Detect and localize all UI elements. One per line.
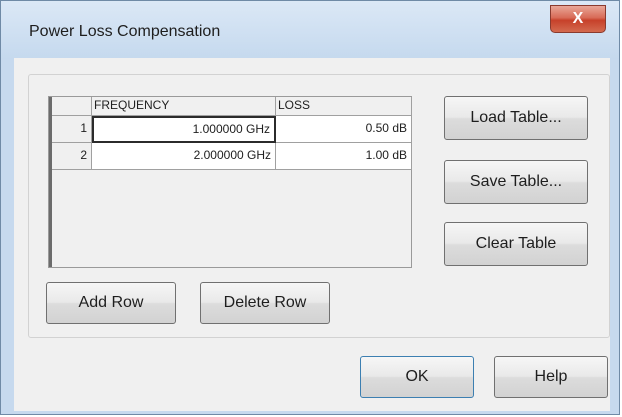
corner-header bbox=[52, 97, 92, 116]
column-header-loss[interactable]: LOSS bbox=[276, 97, 412, 116]
help-button[interactable]: Help bbox=[494, 356, 608, 398]
close-icon: X bbox=[572, 10, 584, 27]
add-row-button[interactable]: Add Row bbox=[46, 282, 176, 324]
save-table-button[interactable]: Save Table... bbox=[444, 160, 588, 204]
clear-table-button[interactable]: Clear Table bbox=[444, 222, 588, 266]
cell-loss[interactable]: 0.50 dB bbox=[276, 116, 412, 143]
row-header[interactable]: 2 bbox=[52, 143, 92, 170]
column-header-frequency[interactable]: FREQUENCY bbox=[92, 97, 276, 116]
cell-frequency[interactable]: 1.000000 GHz bbox=[92, 116, 276, 143]
load-table-button[interactable]: Load Table... bbox=[444, 96, 588, 140]
close-button[interactable]: X bbox=[550, 5, 606, 33]
dialog-title: Power Loss Compensation bbox=[29, 23, 221, 40]
ok-button[interactable]: OK bbox=[360, 356, 474, 398]
delete-row-button[interactable]: Delete Row bbox=[200, 282, 330, 324]
cell-loss[interactable]: 1.00 dB bbox=[276, 143, 412, 170]
cell-frequency[interactable]: 2.000000 GHz bbox=[92, 143, 276, 170]
title-bar[interactable]: Power Loss Compensation X bbox=[1, 1, 619, 59]
loss-table[interactable]: FREQUENCY LOSS 1 1.000000 GHz 0.50 dB 2 … bbox=[48, 96, 412, 268]
row-header[interactable]: 1 bbox=[52, 116, 92, 143]
